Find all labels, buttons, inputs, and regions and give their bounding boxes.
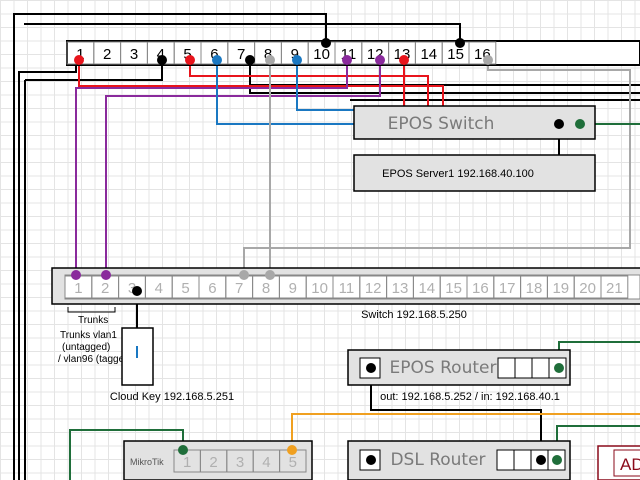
dot-blue-pp9 <box>292 55 302 65</box>
dot-grey-sw7 <box>239 270 249 280</box>
epos-router-title: EPOS Router <box>390 358 497 378</box>
wiring <box>13 13 640 480</box>
dot-green-epos-router <box>554 363 564 373</box>
cloud-key-label: Cloud Key 192.168.5.251 <box>110 391 234 403</box>
edge-ad-box[interactable]: AD <box>597 445 640 480</box>
patch-panel-port-label: 10 <box>313 46 330 63</box>
dot-black-epos-switch <box>554 119 564 129</box>
switch-port-label: 15 <box>445 280 462 297</box>
cloud-key[interactable]: Cloud Key 192.168.5.251 <box>110 327 234 403</box>
switch-port-label: 8 <box>262 280 270 297</box>
switch-port-label: 2 <box>101 280 109 297</box>
dot-black-dsl-port <box>536 455 546 465</box>
epos-switch-title: EPOS Switch <box>388 114 495 134</box>
patch-panel-port-label: 2 <box>103 46 111 63</box>
dot-purple-sw2 <box>101 270 111 280</box>
switch-port-label: 20 <box>579 280 596 297</box>
dot-purple-pp12 <box>375 55 385 65</box>
mikrotik-port-label: 5 <box>289 454 297 471</box>
dsl-router-title: DSL Router <box>390 450 485 470</box>
dot-black-pp10 <box>321 38 331 48</box>
switch-port-label: 5 <box>181 280 189 297</box>
epos-server[interactable]: EPOS Server1 192.168.40.100 <box>353 154 596 192</box>
cloud-key-led <box>136 346 138 358</box>
dot-red-pp5 <box>185 55 195 65</box>
dot-purple-pp11 <box>342 55 352 65</box>
edge-ad-text: AD <box>620 455 640 474</box>
patch-panel-port-label: 7 <box>237 46 245 63</box>
switch-port-label: 21 <box>606 280 623 297</box>
switch-port-label: 7 <box>235 280 243 297</box>
switch-port-label: 17 <box>499 280 516 297</box>
dot-blue-pp6 <box>212 55 222 65</box>
dot-green-epos-switch <box>575 119 585 129</box>
dot-black-dsl-in <box>366 455 376 465</box>
mikrotik-port-label: 1 <box>183 454 191 471</box>
switch-port-label: 4 <box>155 280 163 297</box>
wire-black-port15 <box>24 23 461 42</box>
dot-black-sw3 <box>132 286 142 296</box>
switch-port-label: 1 <box>74 280 82 297</box>
epos-router-label: out: 192.168.5.252 / in: 192.168.40.1 <box>380 391 560 403</box>
trunks-note-1: Trunks vlan1 <box>60 330 117 341</box>
dot-grey-pp16 <box>483 55 493 65</box>
mikrotik-router[interactable]: MikroTik 1 2 3 4 5 <box>123 440 313 480</box>
mikrotik-brand: MikroTik <box>130 457 164 467</box>
epos-router[interactable]: EPOS Router out: 192.168.5.252 / in: 192… <box>347 349 571 403</box>
trunks-note-2: (untagged) <box>62 342 110 353</box>
dot-green-mikrotik-1 <box>178 445 188 455</box>
dot-black-pp4 <box>157 55 167 65</box>
switch-port-label: 6 <box>208 280 216 297</box>
dot-grey-sw8 <box>265 270 275 280</box>
patch-panel-port-label: 14 <box>420 46 437 63</box>
trunks-title: Trunks <box>78 315 108 326</box>
switch-port-label: 19 <box>552 280 569 297</box>
switch-label: Switch 192.168.5.250 <box>361 309 467 321</box>
mikrotik-port-label: 2 <box>209 454 217 471</box>
network-diagram: 1 2 3 4 5 6 7 8 9 10 11 12 13 14 15 16 EPOS Switch EPOS… <box>13 13 640 480</box>
dot-red-pp1 <box>74 55 84 65</box>
dot-red-pp13 <box>399 55 409 65</box>
dot-orange-mikrotik-5 <box>287 445 297 455</box>
dot-black-pp15 <box>455 38 465 48</box>
dot-grey-pp8 <box>265 55 275 65</box>
switch-port-label: 11 <box>339 280 355 297</box>
switch-port-label: 10 <box>311 280 328 297</box>
patch-panel-port-label: 3 <box>130 46 138 63</box>
epos-server-label: EPOS Server1 192.168.40.100 <box>382 168 534 180</box>
switch-port-label: 13 <box>392 280 409 297</box>
mikrotik-port-label: 4 <box>262 454 270 471</box>
switch-port-label: 16 <box>472 280 489 297</box>
switch-port-label: 9 <box>289 280 297 297</box>
dot-purple-sw1 <box>71 270 81 280</box>
wire-green-epos-router <box>558 341 640 368</box>
switch-port-label: 18 <box>526 280 543 297</box>
patch-panel-port-label: 15 <box>447 46 464 63</box>
dot-black-epos-router <box>366 363 376 373</box>
dot-green-dsl-port <box>552 455 562 465</box>
switch-port-label: 12 <box>365 280 382 297</box>
mikrotik-port-label: 3 <box>236 454 244 471</box>
dot-black-pp7 <box>245 55 255 65</box>
patch-panel: 1 2 3 4 5 6 7 8 9 10 11 12 13 14 15 16 <box>66 40 640 66</box>
switch-port-label: 14 <box>418 280 435 297</box>
